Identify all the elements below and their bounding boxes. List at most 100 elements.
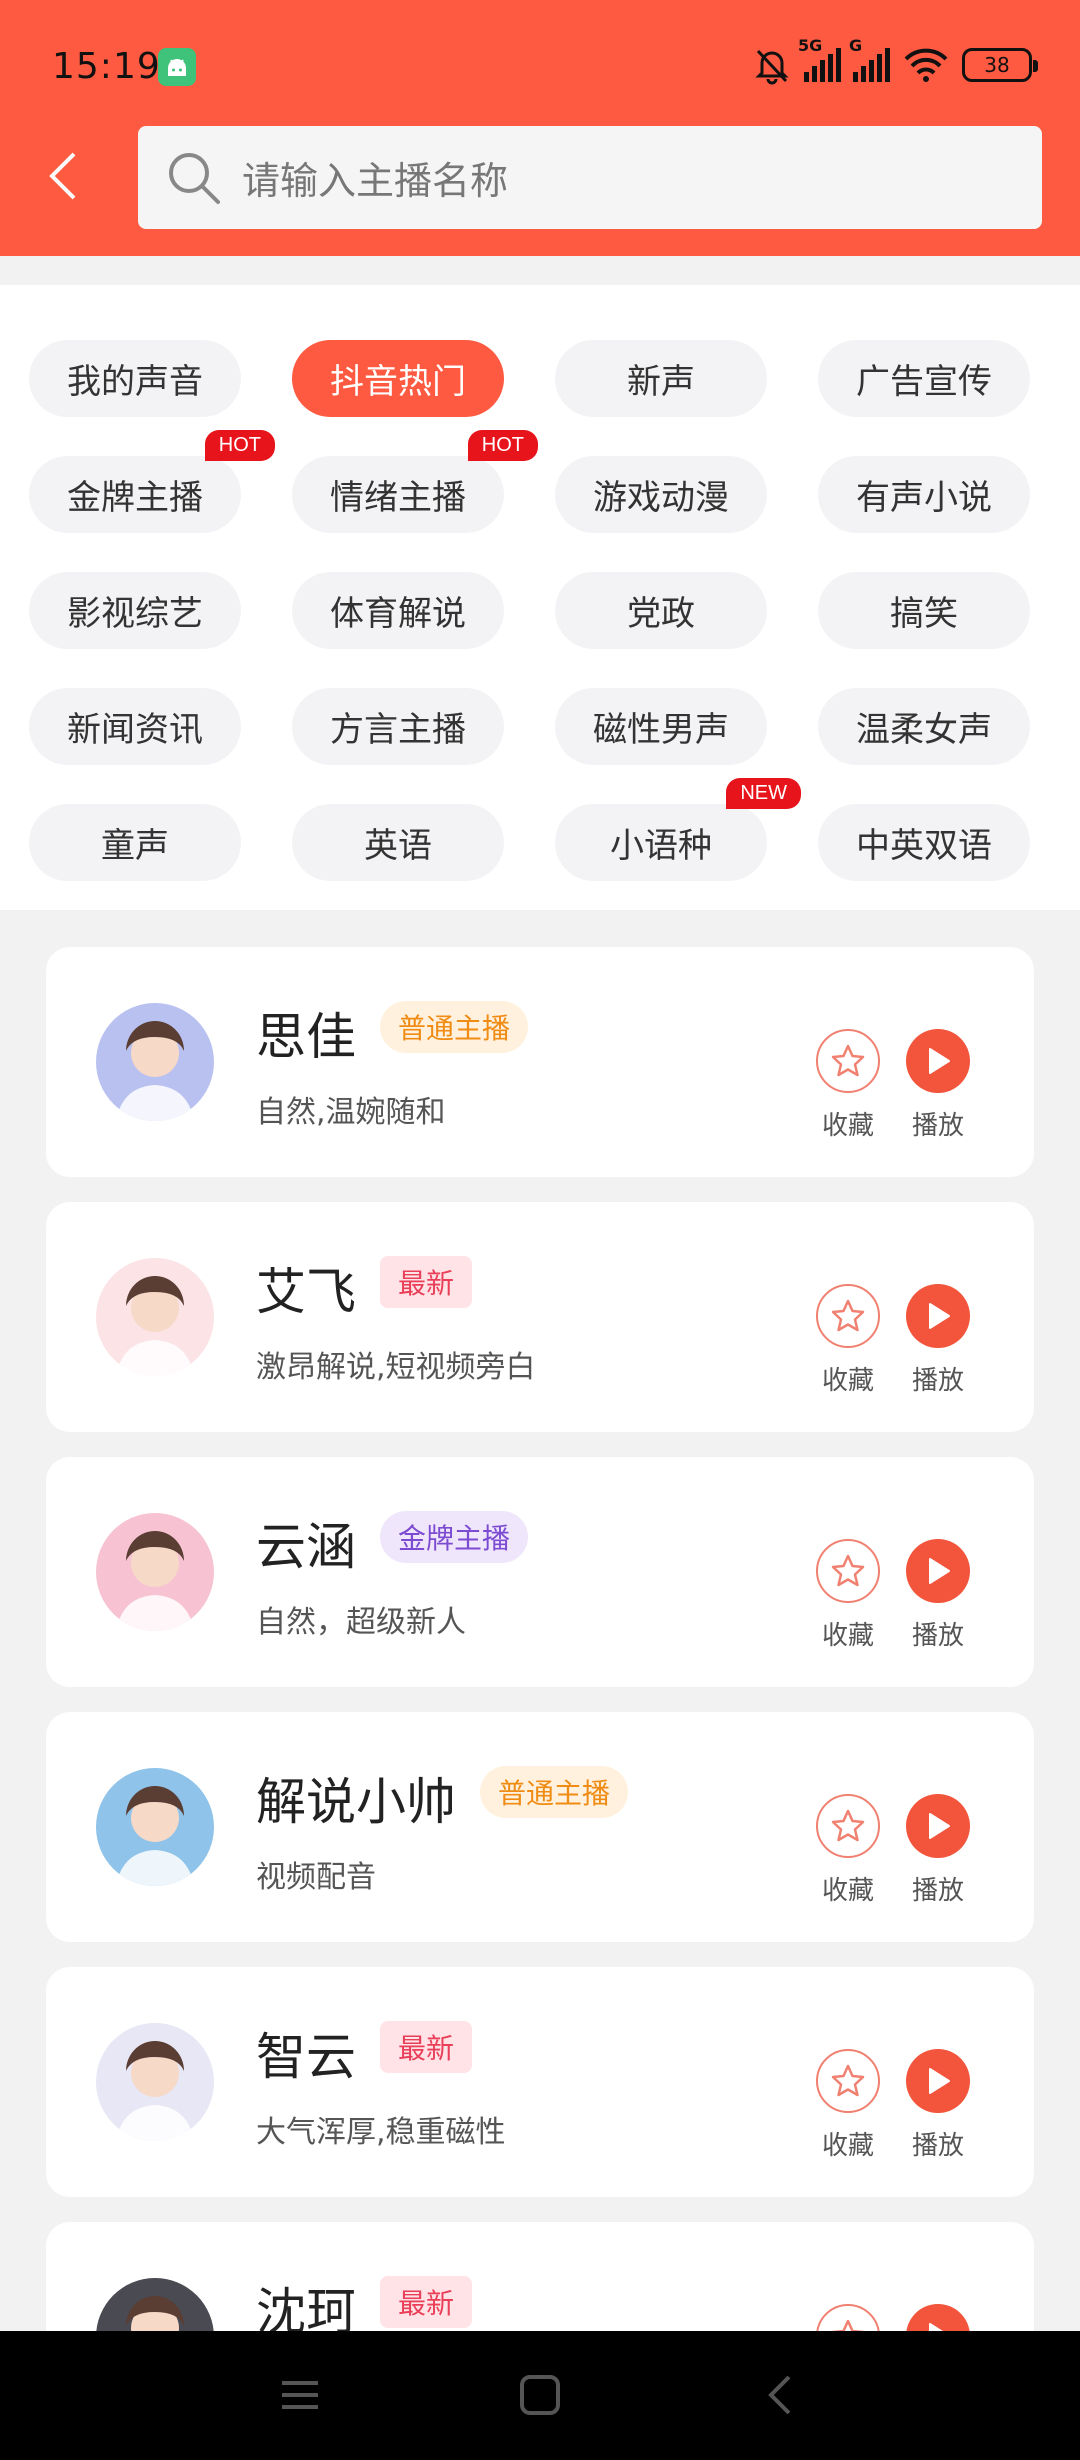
category-chip[interactable]: 体育解说: [292, 572, 504, 649]
anchor-level-badge: 普通主播: [380, 1001, 529, 1053]
favorite-button[interactable]: [816, 1794, 880, 1858]
category-panel: 我的声音 抖音热门 新声 广告宣传金牌主播 HOT 情绪主播 HOT 游戏动漫 有声小说影视综艺…: [0, 285, 1080, 910]
category-chip-label: 有声小说: [856, 478, 992, 518]
anchor-level-badge: 最新: [380, 1256, 473, 1308]
battery-icon: 38: [962, 48, 1038, 82]
category-chip[interactable]: 小语种 NEW: [555, 778, 801, 881]
category-chip[interactable]: 有声小说: [818, 456, 1030, 533]
category-chip[interactable]: 磁性男声: [555, 688, 767, 765]
category-chip[interactable]: 新声: [555, 340, 767, 417]
category-chip[interactable]: 广告宣传: [818, 340, 1030, 417]
anchor-card[interactable]: 艾飞 最新 激昂解说,短视频旁白 收藏 播放: [46, 1202, 1034, 1432]
category-chip[interactable]: 温柔女声: [818, 688, 1030, 765]
category-chip-label: 新闻资讯: [67, 710, 203, 750]
category-chip[interactable]: 党政: [555, 572, 767, 649]
category-chip-label: 影视综艺: [67, 594, 203, 634]
back-button[interactable]: [38, 146, 88, 206]
favorite-button[interactable]: [816, 1539, 880, 1603]
favorite-label: 收藏: [821, 1111, 874, 1141]
anchor-card[interactable]: 智云 最新 大气浑厚,稳重磁性 收藏 播放: [46, 1967, 1034, 2197]
favorite-button[interactable]: [816, 1029, 880, 1093]
category-chip-label: 广告宣传: [856, 362, 992, 402]
menu-icon: [282, 2381, 318, 2409]
chevron-left-icon: [49, 152, 76, 200]
android-notification-icon: [158, 48, 196, 86]
home-button[interactable]: [510, 2369, 570, 2421]
avatar[interactable]: [96, 1003, 214, 1121]
play-icon: [929, 1048, 950, 1074]
clock: 15:19: [52, 46, 161, 87]
category-chip-label: 党政: [627, 594, 695, 634]
play-label: 播放: [911, 2131, 964, 2161]
avatar[interactable]: [96, 1768, 214, 1886]
play-icon: [929, 1558, 950, 1584]
play-button[interactable]: [906, 1539, 970, 1603]
category-badge: NEW: [726, 778, 801, 809]
category-chip[interactable]: 金牌主播 HOT: [29, 430, 275, 533]
category-chip[interactable]: 游戏动漫: [555, 456, 767, 533]
anchor-description: 大气浑厚,稳重磁性: [256, 2115, 506, 2150]
category-chip-label: 小语种: [610, 826, 712, 866]
category-chip[interactable]: 我的声音: [29, 340, 241, 417]
avatar-portrait-icon: [116, 1021, 194, 1121]
app-header: 15:19 5G G 38 请输入主播名称: [0, 0, 1080, 256]
category-chip[interactable]: 影视综艺: [29, 572, 241, 649]
category-chip-label: 情绪主播: [330, 478, 466, 518]
category-chip[interactable]: 方言主播: [292, 688, 504, 765]
star-icon: [831, 2064, 865, 2097]
signal-5g-icon: 5G: [798, 36, 841, 82]
anchor-card[interactable]: 解说小帅 普通主播 视频配音 收藏 播放: [46, 1712, 1034, 1942]
play-button[interactable]: [906, 1029, 970, 1093]
anchor-name: 云涵: [256, 1518, 356, 1576]
category-chip[interactable]: 搞笑: [818, 572, 1030, 649]
search-placeholder: 请输入主播名称: [242, 159, 509, 203]
category-chip-label: 搞笑: [890, 594, 958, 634]
play-button[interactable]: [906, 1284, 970, 1348]
category-chip-label: 我的声音: [67, 362, 203, 402]
avatar-portrait-icon: [116, 2041, 194, 2141]
back-triangle-icon: [768, 2375, 791, 2415]
category-chip-label: 抖音热门: [330, 362, 466, 402]
category-chip-label: 方言主播: [330, 710, 466, 750]
category-chip-label: 金牌主播: [67, 478, 203, 518]
signal-g-icon: G: [849, 36, 890, 82]
wifi-icon: [904, 48, 948, 82]
play-label: 播放: [911, 1111, 964, 1141]
play-button[interactable]: [906, 1794, 970, 1858]
anchor-description: 激昂解说,短视频旁白: [256, 1350, 536, 1385]
anchor-card[interactable]: 思佳 普通主播 自然,温婉随和 收藏 播放: [46, 947, 1034, 1177]
star-icon: [831, 1044, 865, 1077]
avatar[interactable]: [96, 2023, 214, 2141]
play-icon: [929, 2068, 950, 2094]
category-chip[interactable]: 中英双语: [818, 804, 1030, 881]
category-chip-label: 英语: [364, 826, 432, 866]
avatar[interactable]: [96, 1513, 214, 1631]
category-chip[interactable]: 英语: [292, 804, 504, 881]
favorite-button[interactable]: [816, 1284, 880, 1348]
favorite-label: 收藏: [821, 1876, 874, 1906]
star-icon: [831, 1809, 865, 1842]
category-chip-label: 磁性男声: [593, 710, 729, 750]
anchor-card[interactable]: 云涵 金牌主播 自然，超级新人 收藏 播放: [46, 1457, 1034, 1687]
home-square-icon: [520, 2375, 560, 2415]
category-chip[interactable]: 抖音热门: [292, 340, 504, 417]
category-chip[interactable]: 情绪主播 HOT: [292, 430, 538, 533]
category-chip-label: 温柔女声: [856, 710, 992, 750]
search-input[interactable]: 请输入主播名称: [138, 126, 1042, 229]
category-chip-label: 中英双语: [856, 826, 992, 866]
avatar-portrait-icon: [116, 1276, 194, 1376]
anchor-description: 视频配音: [256, 1860, 376, 1895]
play-icon: [929, 1813, 950, 1839]
star-icon: [831, 1554, 865, 1587]
category-chip-label: 游戏动漫: [593, 478, 729, 518]
play-button[interactable]: [906, 2049, 970, 2113]
avatar[interactable]: [96, 1258, 214, 1376]
category-chip[interactable]: 新闻资讯: [29, 688, 241, 765]
category-chip[interactable]: 童声: [29, 804, 241, 881]
play-icon: [929, 1303, 950, 1329]
menu-button[interactable]: [270, 2369, 330, 2421]
anchor-name: 思佳: [256, 1008, 356, 1066]
favorite-button[interactable]: [816, 2049, 880, 2113]
system-back-button[interactable]: [750, 2369, 810, 2421]
favorite-label: 收藏: [821, 1366, 874, 1396]
